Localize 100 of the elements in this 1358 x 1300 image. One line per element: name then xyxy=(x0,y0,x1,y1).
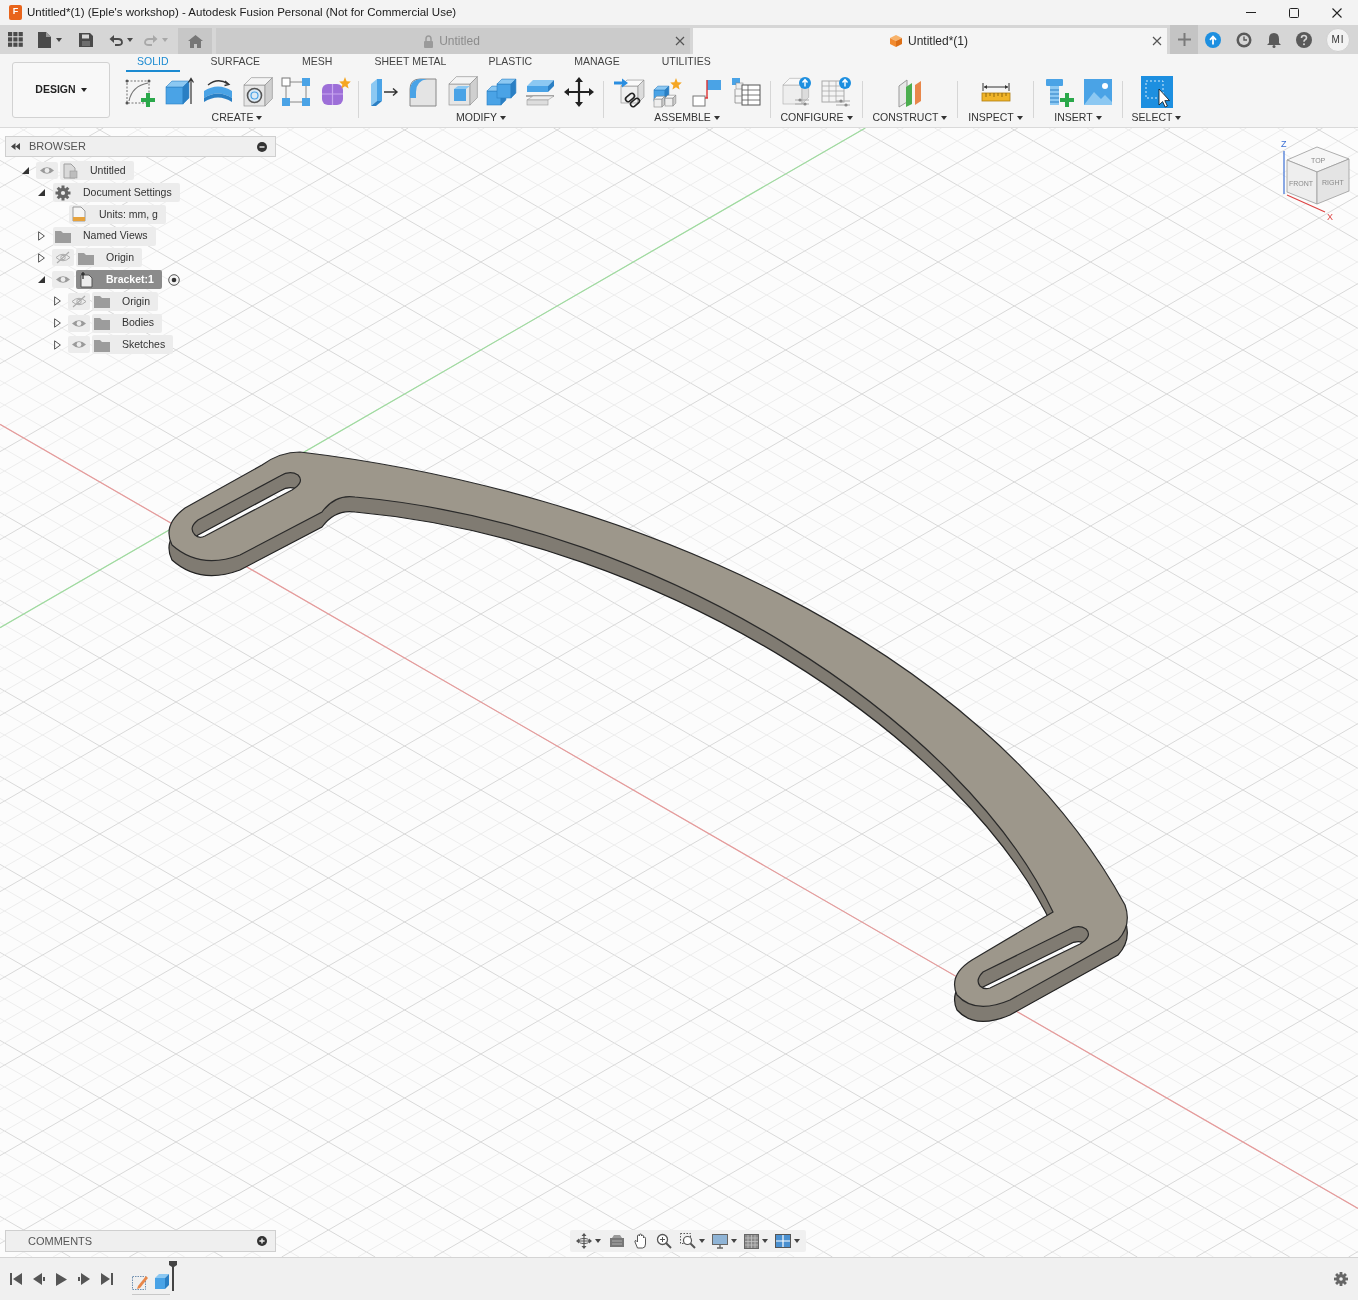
grid-icon[interactable] xyxy=(744,1233,759,1249)
toolbar-tab[interactable]: SOLID xyxy=(126,54,180,72)
look-at-icon[interactable] xyxy=(609,1234,625,1248)
toolbar-tab[interactable]: SHEET METAL xyxy=(363,54,458,72)
panel-title: COMMENTS xyxy=(28,1233,93,1249)
pan-hand-icon[interactable] xyxy=(633,1233,648,1249)
zoom-window-icon[interactable] xyxy=(680,1233,696,1249)
file-icon[interactable] xyxy=(38,31,51,48)
tree-item[interactable]: Document Settings xyxy=(53,183,180,203)
arrow-link-icon[interactable] xyxy=(612,76,645,108)
clock-icon[interactable] xyxy=(1236,31,1252,48)
plus-circle-icon[interactable] xyxy=(257,1236,267,1246)
undo-icon[interactable] xyxy=(109,33,123,46)
eye-icon[interactable] xyxy=(52,271,74,289)
group-menu[interactable]: MODIFY xyxy=(456,112,506,124)
tree-item[interactable]: Named Views xyxy=(53,226,156,246)
close-icon[interactable] xyxy=(1152,36,1162,46)
help-icon[interactable] xyxy=(1296,31,1312,48)
caret-icon[interactable] xyxy=(731,1239,737,1243)
table-blocks-icon[interactable] xyxy=(729,76,762,108)
group-menu[interactable]: CONFIGURE xyxy=(780,112,853,124)
box-arrow-icon[interactable] xyxy=(162,76,195,108)
caret-icon[interactable] xyxy=(80,88,87,92)
collapsed-arrow-icon[interactable] xyxy=(53,339,61,350)
expanded-arrow-icon[interactable] xyxy=(21,167,29,175)
caret-icon[interactable] xyxy=(699,1239,705,1243)
tree-item[interactable]: Origin xyxy=(76,248,142,268)
toolbar-tab[interactable]: MESH xyxy=(291,54,344,72)
group-menu[interactable]: SELECT xyxy=(1131,112,1182,124)
group-menu[interactable]: INSERT xyxy=(1054,112,1102,124)
workspace-menu[interactable]: DESIGN xyxy=(12,62,110,118)
collapsed-arrow-icon[interactable] xyxy=(53,296,61,307)
home-tab[interactable] xyxy=(178,28,212,54)
caret-icon[interactable] xyxy=(56,37,62,42)
tree-item[interactable]: Sketches xyxy=(92,335,174,355)
close-icon xyxy=(1331,7,1342,18)
skip-to-end-icon[interactable] xyxy=(101,1273,113,1285)
move-icon[interactable] xyxy=(562,76,595,108)
display-icon[interactable] xyxy=(712,1233,728,1249)
select-icon[interactable] xyxy=(1140,76,1173,108)
eye-icon[interactable] xyxy=(68,336,90,354)
caret-icon[interactable] xyxy=(794,1239,800,1243)
eye-icon[interactable] xyxy=(68,314,90,332)
two-cubes-icon[interactable] xyxy=(484,76,517,108)
close-icon[interactable] xyxy=(675,36,685,46)
cubes-star-icon[interactable] xyxy=(651,76,684,108)
toolbar-tab[interactable]: SURFACE xyxy=(199,54,272,72)
collapsed-arrow-icon[interactable] xyxy=(37,252,45,263)
step-back-icon[interactable] xyxy=(33,1273,45,1285)
step-forward-icon[interactable] xyxy=(78,1273,90,1285)
apps-grid-icon[interactable] xyxy=(8,32,23,47)
timeline-marker-icon[interactable] xyxy=(169,1261,177,1291)
skip-to-start-icon[interactable] xyxy=(10,1273,22,1285)
settings-icon[interactable] xyxy=(1334,1272,1348,1286)
zoom-icon[interactable] xyxy=(656,1233,672,1249)
collapsed-arrow-icon[interactable] xyxy=(37,231,45,242)
square-pattern-icon[interactable] xyxy=(279,76,312,108)
collapsed-arrow-icon[interactable] xyxy=(53,318,61,329)
caret-icon[interactable] xyxy=(499,116,506,120)
tree-item[interactable]: Untitled xyxy=(60,161,134,181)
caret-icon[interactable] xyxy=(713,116,720,120)
tree-item[interactable]: Units: mm, g xyxy=(69,204,166,224)
cube-hole-icon[interactable] xyxy=(240,76,273,108)
caret-icon[interactable] xyxy=(846,116,853,120)
extrude-feature-icon[interactable] xyxy=(154,1274,170,1290)
caret-icon[interactable] xyxy=(127,37,133,42)
orbit-icon[interactable] xyxy=(576,1233,592,1249)
upload-icon[interactable] xyxy=(1205,31,1221,48)
minus-circle-icon[interactable] xyxy=(257,141,267,152)
caret-icon[interactable] xyxy=(941,116,948,120)
caret-icon[interactable] xyxy=(1095,116,1102,120)
eye-icon[interactable] xyxy=(36,162,58,180)
viewports-icon[interactable] xyxy=(775,1234,791,1248)
caret-icon[interactable] xyxy=(762,1239,768,1243)
save-icon[interactable] xyxy=(79,32,93,47)
toolbar-tab[interactable]: MANAGE xyxy=(563,54,631,72)
cube-upload-icon[interactable] xyxy=(781,76,813,108)
group-menu[interactable]: INSPECT xyxy=(968,112,1023,124)
toolbar-tab[interactable]: UTILITIES xyxy=(650,54,722,72)
group-menu[interactable]: CREATE xyxy=(211,112,263,124)
collapse-icon[interactable] xyxy=(11,143,20,150)
document-tab[interactable]: Untitled*(1) xyxy=(693,28,1167,54)
caret-icon[interactable] xyxy=(1016,116,1023,120)
caret-icon[interactable] xyxy=(256,116,263,120)
sketch-feature-icon[interactable] xyxy=(132,1274,148,1290)
expanded-arrow-icon[interactable] xyxy=(37,276,45,284)
bell-icon[interactable] xyxy=(1267,31,1281,48)
tree-item[interactable]: Bodies xyxy=(92,313,163,333)
tree-item[interactable]: Origin xyxy=(92,291,158,311)
group-menu[interactable]: ASSEMBLE xyxy=(654,112,720,124)
bracket-model[interactable] xyxy=(168,451,1128,1022)
expanded-arrow-icon[interactable] xyxy=(37,189,45,197)
radio-icon[interactable] xyxy=(167,273,180,286)
caret-icon[interactable] xyxy=(1175,116,1182,120)
play-icon[interactable] xyxy=(55,1272,67,1286)
caret-icon[interactable] xyxy=(595,1239,601,1243)
account-avatar[interactable]: MI xyxy=(1326,27,1350,52)
table-upload-icon[interactable] xyxy=(820,76,852,108)
group-menu[interactable]: CONSTRUCT xyxy=(872,112,948,124)
toolbar-tab[interactable]: PLASTIC xyxy=(477,54,544,72)
